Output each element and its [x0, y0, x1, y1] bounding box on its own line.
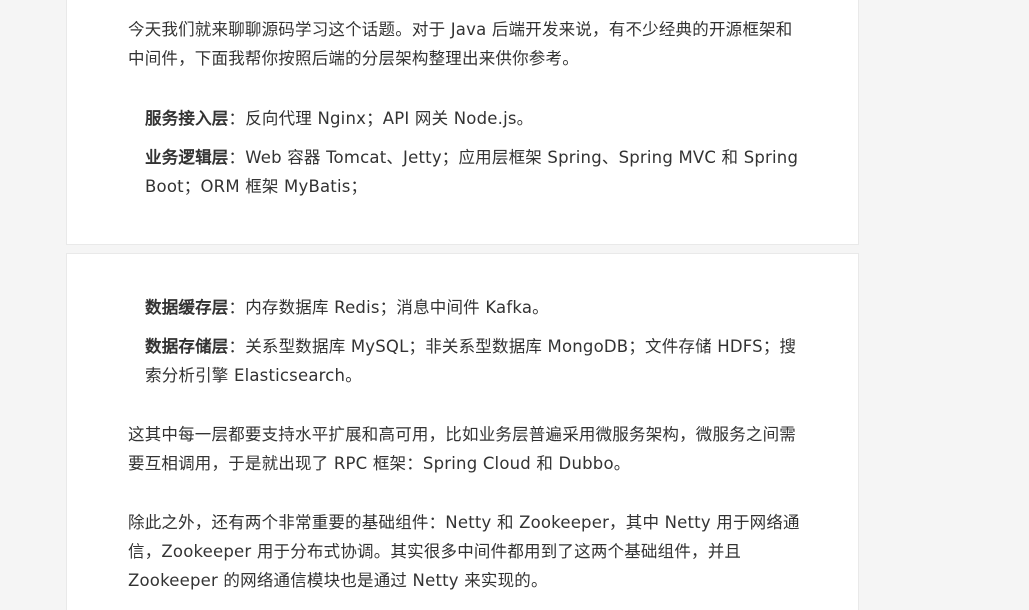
rpc-line-1: 这其中每一层都要支持水平扩展和高可用，比如业务层普遍采用微服务架构，微服务之间需	[128, 425, 796, 444]
item-title: 数据存储层	[145, 337, 229, 356]
list-item-access-layer: 服务接入层：反向代理 Nginx；API 网关 Node.js。	[145, 104, 820, 133]
intro-paragraph: 今天我们就来聊聊源码学习这个话题。对于 Java 后端开发来说，有不少经典的开源…	[128, 15, 818, 73]
item-text: ：关系型数据库 MySQL；非关系型数据库 MongoDB；文件存储 HDFS；…	[228, 337, 797, 356]
list-item-cache-layer: 数据缓存层：内存数据库 Redis；消息中间件 Kafka。	[145, 293, 820, 322]
item-text: ：反向代理 Nginx；API 网关 Node.js。	[228, 109, 534, 128]
article-page: 今天我们就来聊聊源码学习这个话题。对于 Java 后端开发来说，有不少经典的开源…	[0, 0, 1029, 610]
item-title: 服务接入层	[145, 109, 229, 128]
item-text-continued: Boot；ORM 框架 MyBatis；	[145, 177, 368, 196]
netty-line-2: 信，Zookeeper 用于分布式协调。其实很多中间件都用到了这两个基础组件，并…	[128, 542, 742, 561]
netty-line-3: Zookeeper 的网络通信模块也是通过 Netty 来实现的。	[128, 571, 548, 590]
intro-line-1: 今天我们就来聊聊源码学习这个话题。对于 Java 后端开发来说，有不少经典的开源…	[128, 20, 793, 39]
rpc-paragraph: 这其中每一层都要支持水平扩展和高可用，比如业务层普遍采用微服务架构，微服务之间需…	[128, 420, 818, 478]
list-item-business-layer: 业务逻辑层：Web 容器 Tomcat、Jetty；应用层框架 Spring、S…	[145, 143, 820, 201]
item-title: 业务逻辑层	[145, 148, 229, 167]
article-card-top: 今天我们就来聊聊源码学习这个话题。对于 Java 后端开发来说，有不少经典的开源…	[66, 0, 859, 245]
item-text-continued: 索分析引擎 Elasticsearch。	[145, 366, 362, 385]
item-text: ：内存数据库 Redis；消息中间件 Kafka。	[228, 298, 549, 317]
list-item-storage-layer: 数据存储层：关系型数据库 MySQL；非关系型数据库 MongoDB；文件存储 …	[145, 332, 820, 390]
article-card-bottom: 数据缓存层：内存数据库 Redis；消息中间件 Kafka。 数据存储层：关系型…	[66, 253, 859, 610]
rpc-line-2: 要互相调用，于是就出现了 RPC 框架：Spring Cloud 和 Dubbo…	[128, 454, 631, 473]
item-title: 数据缓存层	[145, 298, 229, 317]
intro-line-2: 中间件，下面我帮你按照后端的分层架构整理出来供你参考。	[128, 49, 579, 68]
netty-zookeeper-paragraph: 除此之外，还有两个非常重要的基础组件：Netty 和 Zookeeper，其中 …	[128, 508, 818, 595]
item-text: ：Web 容器 Tomcat、Jetty；应用层框架 Spring、Spring…	[228, 148, 799, 167]
netty-line-1: 除此之外，还有两个非常重要的基础组件：Netty 和 Zookeeper，其中 …	[128, 513, 800, 532]
